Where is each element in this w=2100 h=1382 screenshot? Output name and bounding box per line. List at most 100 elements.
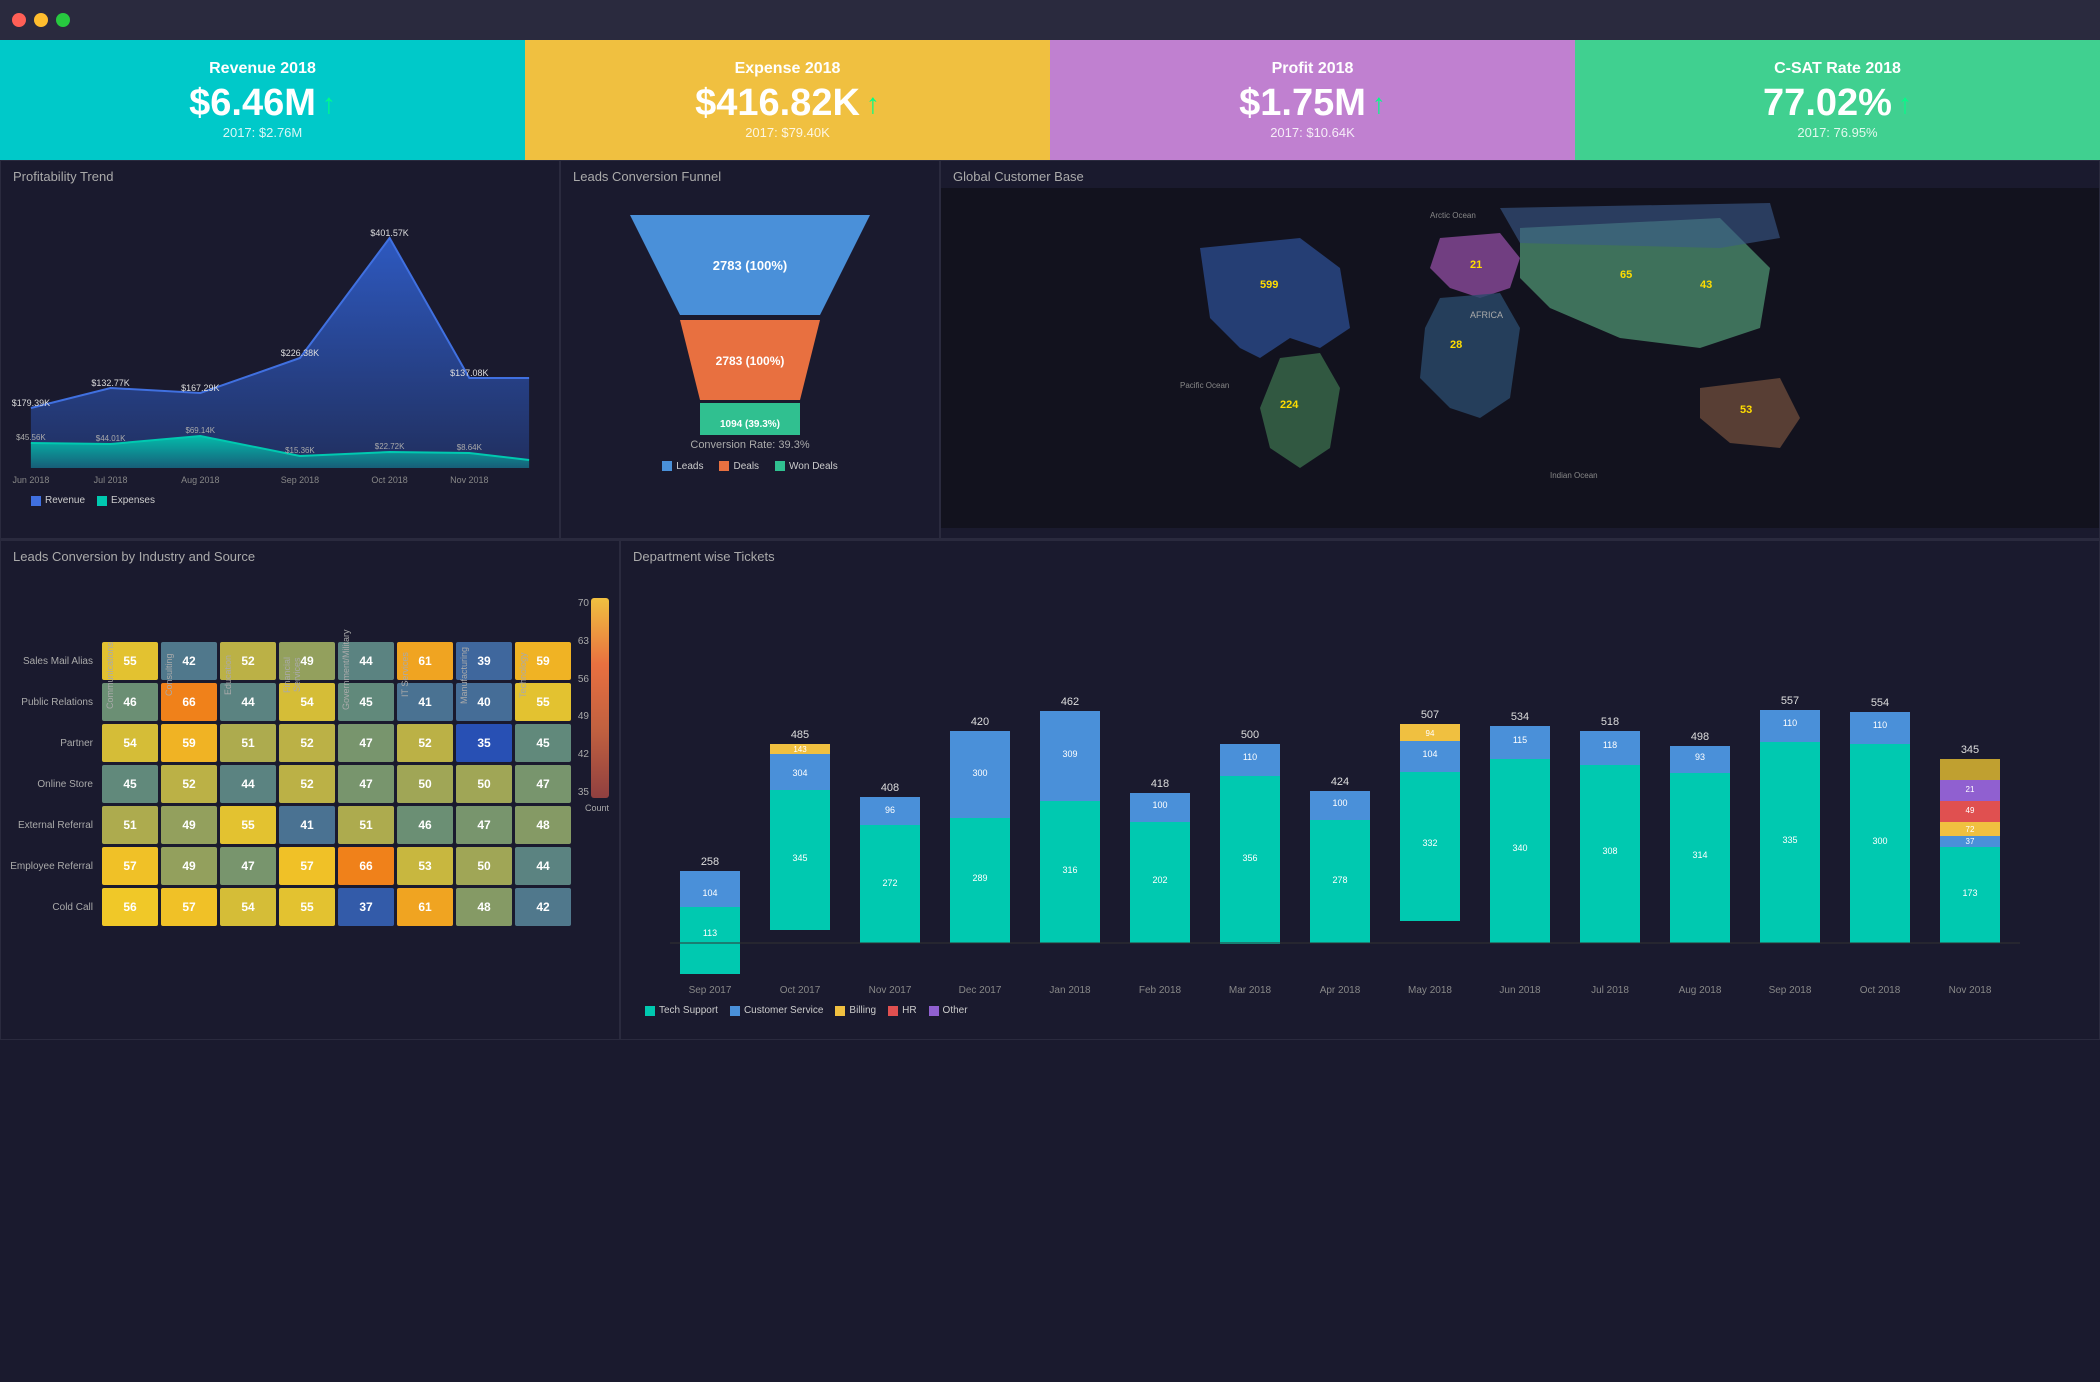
heatmap-cell: 53 <box>397 847 453 885</box>
svg-text:173: 173 <box>1962 888 1977 898</box>
heatmap-row: Online Store4552445247505047 <box>9 765 611 803</box>
heatmap-row-label: Sales Mail Alias <box>9 656 99 667</box>
legend-expenses: Expenses <box>97 495 155 506</box>
svg-text:Oct 2017: Oct 2017 <box>780 985 821 996</box>
heatmap-cell: 41 <box>279 806 335 844</box>
svg-text:278: 278 <box>1332 875 1347 885</box>
svg-text:316: 316 <box>1062 865 1077 875</box>
svg-text:309: 309 <box>1062 749 1077 759</box>
svg-text:104: 104 <box>702 888 717 898</box>
heatmap-row-label: Online Store <box>9 779 99 790</box>
svg-text:43: 43 <box>1700 279 1712 291</box>
heatmap-cell: 51 <box>338 806 394 844</box>
close-icon[interactable] <box>12 13 26 27</box>
col-it: IT Services <box>400 640 456 710</box>
svg-text:599: 599 <box>1260 279 1278 291</box>
leads-box <box>662 461 672 471</box>
heatmap-cell: 61 <box>397 888 453 926</box>
profitability-chart: $179.39K $132.77K $167.29K $226.38K $401… <box>1 188 559 488</box>
svg-text:21: 21 <box>1470 259 1482 271</box>
svg-text:485: 485 <box>791 729 809 741</box>
svg-text:$401.57K: $401.57K <box>370 228 408 238</box>
heatmap-cell: 59 <box>161 724 217 762</box>
kpi-revenue-prev: 2017: $2.76M <box>223 125 303 140</box>
heatmap-cell: 45 <box>515 724 571 762</box>
svg-text:Dec 2017: Dec 2017 <box>959 985 1002 996</box>
svg-text:420: 420 <box>971 716 989 728</box>
svg-text:345: 345 <box>1961 744 1979 756</box>
kpi-profit-title: Profit 2018 <box>1272 60 1354 78</box>
svg-text:300: 300 <box>1872 836 1887 846</box>
kpi-csat-prev: 2017: 76.95% <box>1797 125 1877 140</box>
svg-text:143: 143 <box>793 745 807 754</box>
heatmap-cell: 51 <box>102 806 158 844</box>
profitability-legend: Revenue Expenses <box>1 493 559 508</box>
heatmap-cell: 52 <box>161 765 217 803</box>
minimize-icon[interactable] <box>34 13 48 27</box>
heatmap-cell: 50 <box>397 765 453 803</box>
heatmap-cell: 44 <box>515 847 571 885</box>
svg-text:258: 258 <box>701 856 719 868</box>
svg-text:Sep 2018: Sep 2018 <box>281 475 319 485</box>
svg-text:2783 (100%): 2783 (100%) <box>713 258 787 273</box>
legend-revenue: Revenue <box>31 495 85 506</box>
heatmap-cell: 52 <box>279 765 335 803</box>
charts-row1: Profitability Trend $179.39K $132.77K <box>0 160 2100 540</box>
svg-text:72: 72 <box>1966 825 1975 834</box>
svg-text:272: 272 <box>882 878 897 888</box>
svg-text:100: 100 <box>1332 798 1347 808</box>
svg-text:2783 (100%): 2783 (100%) <box>716 354 785 368</box>
kpi-csat: C-SAT Rate 2018 77.02% ↑ 2017: 76.95% <box>1575 40 2100 160</box>
svg-text:Nov 2018: Nov 2018 <box>1949 985 1992 996</box>
svg-text:100: 100 <box>1152 800 1167 810</box>
conversion-rate: Conversion Rate: 39.3% <box>690 439 809 451</box>
svg-text:300: 300 <box>972 768 987 778</box>
deals-box <box>719 461 729 471</box>
svg-text:$8.64K: $8.64K <box>457 443 483 452</box>
heatmap-row-label: Partner <box>9 738 99 749</box>
map-placeholder: 599 224 21 28 65 43 53 AFRICA Arctic Oce… <box>941 188 2099 528</box>
svg-text:$69.14K: $69.14K <box>185 426 215 435</box>
svg-text:418: 418 <box>1151 778 1169 790</box>
svg-text:$45.56K: $45.56K <box>16 433 46 442</box>
svg-text:498: 498 <box>1691 731 1709 743</box>
svg-text:500: 500 <box>1241 729 1259 741</box>
heatmap-cell: 49 <box>161 806 217 844</box>
heatmap-cell: 52 <box>397 724 453 762</box>
heatmap-row-label: Employee Referral <box>9 861 99 872</box>
svg-text:Nov 2017: Nov 2017 <box>869 985 912 996</box>
heatmap-cell: 48 <box>456 888 512 926</box>
svg-text:Apr 2018: Apr 2018 <box>1320 985 1361 996</box>
svg-text:$22.72K: $22.72K <box>375 442 405 451</box>
kpi-expense-value: $416.82K ↑ <box>695 82 880 125</box>
heatmap-cell: 52 <box>279 724 335 762</box>
svg-text:118: 118 <box>1603 740 1617 750</box>
svg-text:Sep 2017: Sep 2017 <box>689 985 732 996</box>
svg-text:53: 53 <box>1740 404 1752 416</box>
funnel-svg: 2783 (100%) 2783 (100%) 1094 (39.3%) <box>620 205 880 435</box>
svg-text:37: 37 <box>1966 837 1975 846</box>
svg-text:554: 554 <box>1871 697 1889 709</box>
svg-text:May 2018: May 2018 <box>1408 985 1452 996</box>
heatmap-title: Leads Conversion by Industry and Source <box>1 541 619 568</box>
bar-chart-legend: Tech Support Customer Service Billing HR… <box>633 1001 2087 1020</box>
revenue-legend-box <box>31 496 41 506</box>
svg-text:Indian Ocean: Indian Ocean <box>1550 471 1598 480</box>
svg-text:Jun 2018: Jun 2018 <box>12 475 49 485</box>
col-manufacturing: Manufacturing <box>459 640 515 710</box>
kpi-profit-arrow: ↑ <box>1372 88 1386 120</box>
kpi-revenue: Revenue 2018 $6.46M ↑ 2017: $2.76M <box>0 40 525 160</box>
svg-text:65: 65 <box>1620 269 1632 281</box>
kpi-profit-prev: 2017: $10.64K <box>1270 125 1355 140</box>
kpi-expense-arrow: ↑ <box>866 88 880 120</box>
svg-text:Jun 2018: Jun 2018 <box>1499 985 1541 996</box>
heatmap-row: Employee Referral5749475766535044 <box>9 847 611 885</box>
profitability-title: Profitability Trend <box>1 161 559 188</box>
svg-text:335: 335 <box>1782 835 1797 845</box>
svg-text:Jan 2018: Jan 2018 <box>1049 985 1091 996</box>
maximize-icon[interactable] <box>56 13 70 27</box>
map-title: Global Customer Base <box>941 161 2099 188</box>
charts-row2: Leads Conversion by Industry and Source … <box>0 540 2100 1040</box>
svg-text:462: 462 <box>1061 696 1079 708</box>
svg-text:110: 110 <box>1243 752 1257 762</box>
